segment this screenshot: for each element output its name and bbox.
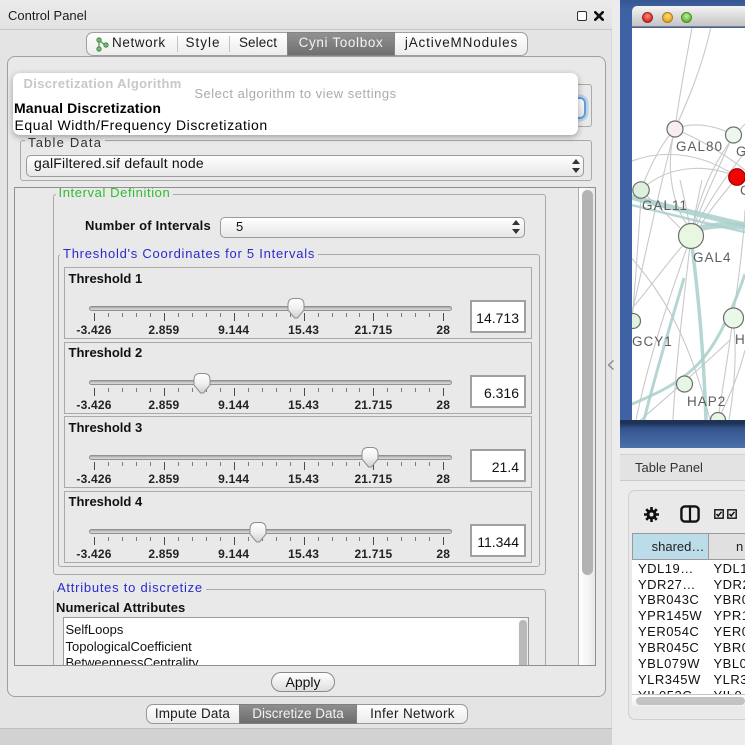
svg-text:GCY1: GCY1 (632, 334, 673, 349)
svg-text:H: H (735, 332, 745, 347)
svg-text:GAL80: GAL80 (676, 139, 723, 154)
svg-text:HAP2: HAP2 (687, 394, 726, 409)
svg-text:GA: GA (736, 144, 745, 159)
svg-text:GAL11: GAL11 (642, 198, 688, 213)
svg-text:C: C (740, 183, 745, 198)
svg-text:GAL4: GAL4 (693, 250, 732, 265)
